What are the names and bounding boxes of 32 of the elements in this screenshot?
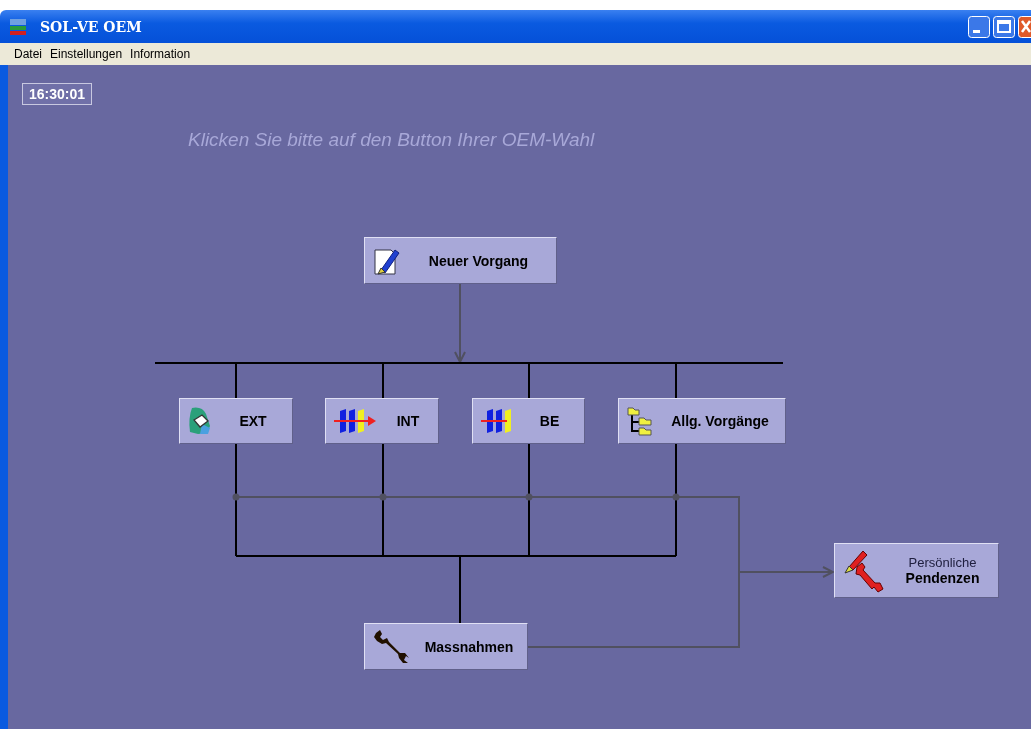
instruction-text: Klicken Sie bitte auf den Button Ihrer OEM-Wahl — [188, 129, 595, 151]
app-icon — [10, 18, 26, 35]
folder-tree-icon — [627, 406, 655, 436]
junction-dot — [525, 493, 533, 501]
menu-item[interactable]: Einstellungen — [50, 47, 123, 61]
close-icon[interactable] — [1018, 15, 1031, 38]
node-label: INT — [396, 413, 420, 429]
node-button[interactable]: Allg. Vorgänge — [618, 398, 786, 444]
node-button[interactable]: Neuer Vorgang — [364, 237, 557, 284]
node-button[interactable]: Persönliche Pendenzen — [834, 543, 999, 598]
maximize-icon[interactable] — [993, 15, 1015, 38]
node-sublabel: Persönliche — [908, 555, 977, 570]
junction-dot — [379, 493, 387, 501]
clock-display: 16:30:01 — [22, 83, 93, 105]
node-button[interactable]: BE — [472, 398, 585, 444]
junction-dot — [672, 493, 680, 501]
node-button[interactable]: INT — [325, 398, 439, 444]
window-title: SOL-VE OEM — [40, 18, 142, 35]
node-label: Allg. Vorgänge — [671, 413, 769, 429]
node-label: EXT — [239, 413, 267, 429]
menu-item[interactable]: Information — [130, 47, 191, 61]
wrench-icon — [373, 628, 411, 665]
menu-item[interactable]: Datei — [14, 47, 42, 61]
node-label: Massnahmen — [424, 638, 514, 655]
node-button[interactable]: EXT — [179, 398, 293, 444]
node-label: Neuer Vorgang — [428, 252, 529, 269]
node-button[interactable]: Massnahmen — [364, 623, 528, 670]
node-label: Pendenzen — [905, 570, 980, 586]
layers-arrow-icon — [334, 407, 378, 435]
node-label: BE — [539, 413, 560, 429]
junction-dot — [232, 493, 240, 501]
minimize-icon[interactable] — [968, 15, 990, 38]
